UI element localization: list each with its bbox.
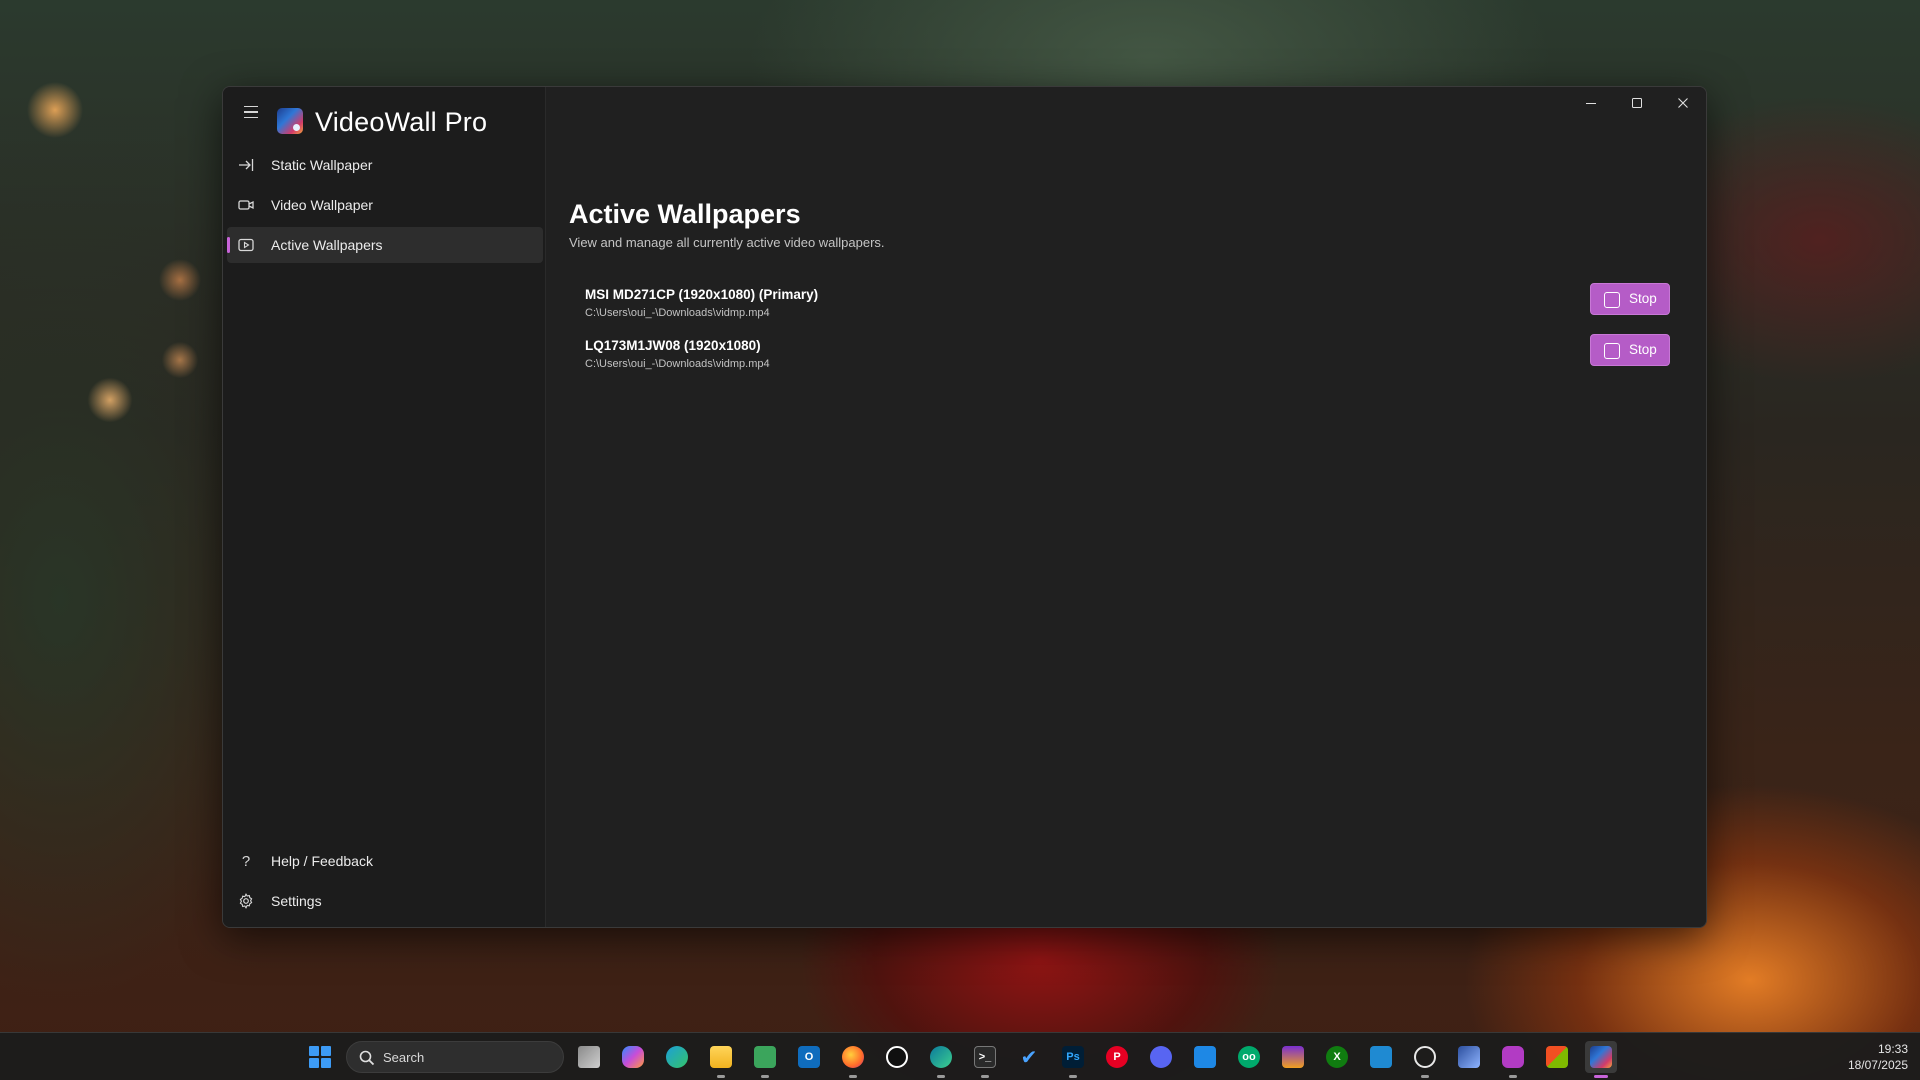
store-icon[interactable] [1541, 1041, 1573, 1073]
page-title: Active Wallpapers [569, 199, 801, 229]
wallpaper-row: LQ173M1JW08 (1920x1080) C:\Users\oui_-\D… [585, 334, 1670, 380]
notepad-icon[interactable] [749, 1041, 781, 1078]
terminal-icon[interactable]: >_ [969, 1041, 1001, 1078]
content-area: Active Wallpapers View and manage all cu… [547, 87, 1706, 927]
start-button[interactable] [306, 1043, 334, 1071]
taskbar: Search O >_ ✔ Ps P oo X 19:33 18/07/2025 [0, 1032, 1920, 1080]
nav-label: Video Wallpaper [271, 197, 373, 213]
nav-item-help-feedback[interactable]: ? Help / Feedback [227, 843, 543, 879]
video-path: C:\Users\oui_-\Downloads\vidmp.mp4 [585, 358, 770, 370]
gear-icon [237, 892, 255, 910]
nav-label: Settings [271, 893, 322, 909]
chatgpt-icon[interactable] [1409, 1041, 1441, 1078]
nav-label: Help / Feedback [271, 853, 373, 869]
video-camera-icon [237, 196, 255, 214]
nav-label: Active Wallpapers [271, 237, 383, 253]
play-screen-icon [237, 236, 255, 254]
outlook-icon[interactable]: O [793, 1041, 825, 1073]
nav-item-settings[interactable]: Settings [227, 883, 543, 919]
tripadvisor-icon[interactable]: oo [1233, 1041, 1265, 1073]
videowall-pro-icon[interactable] [1585, 1041, 1617, 1078]
copilot-icon[interactable] [617, 1041, 649, 1073]
wallpaper-row: MSI MD271CP (1920x1080) (Primary) C:\Use… [585, 283, 1670, 329]
close-button[interactable] [1660, 87, 1706, 119]
monitor-name: LQ173M1JW08 (1920x1080) [585, 338, 761, 353]
navigation-pane: VideoWall Pro Static Wallpaper Video Wal… [223, 87, 546, 927]
videowall-logo-icon [277, 108, 303, 134]
hamburger-menu-icon[interactable] [239, 101, 265, 123]
clock-time: 19:33 [1877, 1042, 1908, 1056]
edge-dev-icon[interactable] [925, 1041, 957, 1078]
nav-item-static-wallpaper[interactable]: Static Wallpaper [227, 147, 543, 183]
app-icon[interactable] [1453, 1041, 1485, 1073]
stop-icon [1604, 292, 1620, 308]
edge-icon[interactable] [661, 1041, 693, 1073]
minimize-icon [1586, 103, 1596, 104]
close-icon [1678, 98, 1688, 108]
app-icon[interactable] [1277, 1041, 1309, 1073]
taskbar-search[interactable]: Search [346, 1041, 564, 1073]
page-subtitle: View and manage all currently active vid… [569, 235, 885, 250]
discord-icon[interactable] [1145, 1041, 1177, 1073]
stop-button[interactable]: Stop [1590, 334, 1670, 366]
video-path: C:\Users\oui_-\Downloads\vidmp.mp4 [585, 307, 770, 319]
app-window-icon[interactable] [1189, 1041, 1221, 1073]
task-view-icon[interactable] [573, 1041, 605, 1073]
app-icon[interactable] [881, 1041, 913, 1073]
stop-icon [1604, 343, 1620, 359]
clock-date: 18/07/2025 [1847, 1058, 1908, 1072]
vscode-icon[interactable] [1365, 1041, 1397, 1073]
app-title: VideoWall Pro [315, 107, 488, 137]
app-icon[interactable] [1497, 1041, 1529, 1078]
file-explorer-icon[interactable] [705, 1041, 737, 1078]
nav-item-video-wallpaper[interactable]: Video Wallpaper [227, 187, 543, 223]
nav-item-active-wallpapers[interactable]: Active Wallpapers [227, 227, 543, 263]
stop-button[interactable]: Stop [1590, 283, 1670, 315]
firefox-icon[interactable] [837, 1041, 869, 1078]
monitor-name: MSI MD271CP (1920x1080) (Primary) [585, 287, 819, 302]
arrow-to-right-icon [237, 156, 255, 174]
stop-label: Stop [1629, 291, 1657, 306]
maximize-icon [1632, 98, 1642, 108]
xbox-icon[interactable]: X [1321, 1041, 1353, 1073]
app-window: VideoWall Pro Static Wallpaper Video Wal… [222, 86, 1707, 928]
question-icon: ? [241, 852, 251, 870]
photoshop-icon[interactable]: Ps [1057, 1041, 1089, 1078]
search-placeholder: Search [383, 1050, 425, 1065]
maximize-button[interactable] [1614, 87, 1660, 119]
pinterest-icon[interactable]: P [1101, 1041, 1133, 1073]
todo-icon[interactable]: ✔ [1013, 1041, 1045, 1073]
search-icon [359, 1050, 375, 1066]
system-clock[interactable]: 19:33 18/07/2025 [1848, 1041, 1908, 1073]
minimize-button[interactable] [1568, 87, 1614, 119]
nav-label: Static Wallpaper [271, 157, 373, 173]
stop-label: Stop [1629, 342, 1657, 357]
